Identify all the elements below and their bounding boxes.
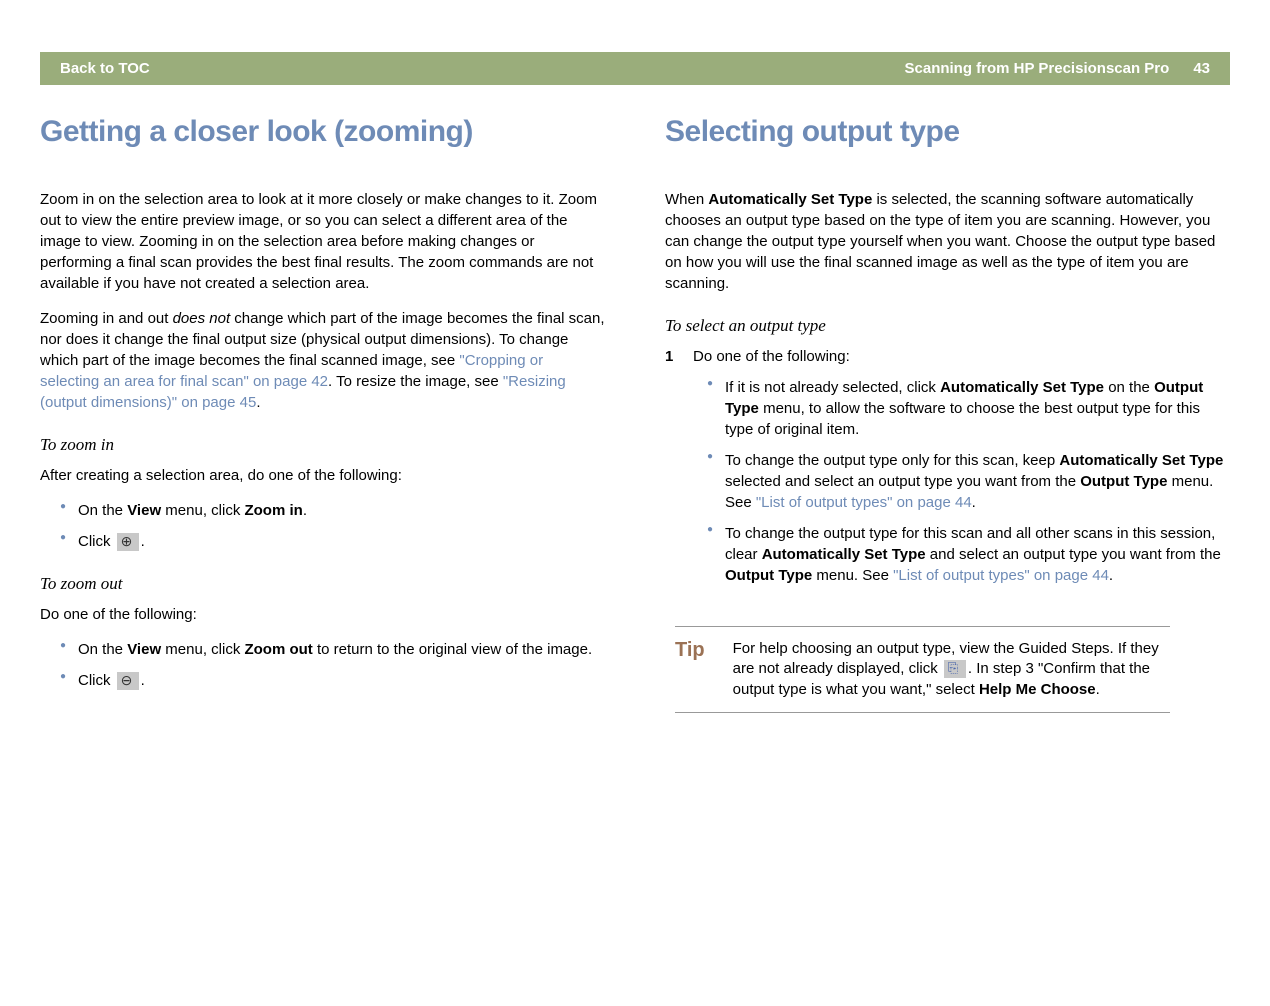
right-column: Selecting output type When Automatically… (665, 115, 1230, 713)
text: . (1096, 681, 1100, 698)
output-types-link[interactable]: "List of output types" on page 44 (893, 567, 1109, 584)
list-item: On the View menu, click Zoom in. (60, 500, 605, 521)
tip-row: Tip For help choosing an output type, vi… (675, 639, 1170, 700)
text: . (141, 672, 145, 689)
right-heading: Selecting output type (665, 115, 1230, 149)
step-item: 1 Do one of the following: If it is not … (665, 346, 1230, 586)
text-bold: Output Type (1080, 473, 1167, 490)
zoom-out-intro: Do one of the following: (40, 604, 605, 625)
text: If it is not already selected, click (725, 379, 940, 396)
text: . (256, 394, 260, 411)
text: . (303, 502, 307, 519)
tip-box: Tip For help choosing an output type, vi… (675, 626, 1170, 713)
text: To change the output type only for this … (725, 452, 1059, 469)
text: selected and select an output type you w… (725, 473, 1080, 490)
text: and select an output type you want from … (926, 546, 1221, 563)
list-item: If it is not already selected, click Aut… (707, 377, 1230, 440)
tip-label: Tip (675, 639, 705, 700)
zoom-out-list: On the View menu, click Zoom out to retu… (40, 639, 605, 691)
text: menu, click (161, 502, 244, 519)
tip-text: For help choosing an output type, view t… (733, 639, 1170, 700)
text: Click (78, 672, 115, 689)
text-bold: Help Me Choose (979, 681, 1096, 698)
text: . (972, 494, 976, 511)
list-item: To change the output type for this scan … (707, 523, 1230, 586)
step-number: 1 (665, 346, 673, 367)
text: Click (78, 533, 115, 550)
text: on the (1104, 379, 1154, 396)
text: . To resize the image, see (328, 373, 503, 390)
zoom-detail-paragraph: Zooming in and out does not change which… (40, 308, 605, 413)
zoom-in-list: On the View menu, click Zoom in. Click . (40, 500, 605, 552)
zoom-intro-paragraph: Zoom in on the selection area to look at… (40, 189, 605, 294)
list-item: Click . (60, 670, 605, 691)
text: to return to the original view of the im… (313, 641, 592, 658)
header-bar: Back to TOC Scanning from HP Precisionsc… (40, 52, 1230, 85)
text: menu. See (812, 567, 893, 584)
zoom-out-heading: To zoom out (40, 574, 605, 594)
output-type-paragraph: When Automatically Set Type is selected,… (665, 189, 1230, 294)
text: . (141, 533, 145, 550)
text: On the (78, 502, 127, 519)
section-title: Scanning from HP Precisionscan Pro (905, 60, 1170, 77)
list-item: Click . (60, 531, 605, 552)
select-output-heading: To select an output type (665, 316, 1230, 336)
text-bold: Zoom in (244, 502, 302, 519)
text: Zooming in and out (40, 310, 173, 327)
text-bold: View (127, 641, 161, 658)
zoom-in-heading: To zoom in (40, 435, 605, 455)
text-bold: Automatically Set Type (762, 546, 926, 563)
text: When (665, 191, 708, 208)
zoom-in-icon (117, 533, 139, 551)
text-bold: Zoom out (244, 641, 312, 658)
output-types-link[interactable]: "List of output types" on page 44 (756, 494, 972, 511)
back-to-toc-link[interactable]: Back to TOC (60, 60, 150, 77)
text-bold: Automatically Set Type (708, 191, 872, 208)
zoom-in-intro: After creating a selection area, do one … (40, 465, 605, 486)
text: On the (78, 641, 127, 658)
emphasis-doesnot: does not (173, 310, 231, 327)
content-area: Getting a closer look (zooming) Zoom in … (0, 85, 1270, 743)
header-right: Scanning from HP Precisionscan Pro 43 (905, 60, 1211, 77)
left-heading: Getting a closer look (zooming) (40, 115, 605, 149)
text-bold: Output Type (725, 567, 812, 584)
zoom-out-icon (117, 672, 139, 690)
text: Do one of the following: (693, 348, 850, 365)
left-column: Getting a closer look (zooming) Zoom in … (40, 115, 605, 713)
page-number: 43 (1193, 60, 1210, 77)
text-bold: Automatically Set Type (940, 379, 1104, 396)
list-item: To change the output type only for this … (707, 450, 1230, 513)
text-bold: View (127, 502, 161, 519)
guided-steps-icon (944, 660, 966, 678)
text: menu, to allow the software to choose th… (725, 400, 1200, 438)
text-bold: Automatically Set Type (1059, 452, 1223, 469)
text: . (1109, 567, 1113, 584)
list-item: On the View menu, click Zoom out to retu… (60, 639, 605, 660)
text: menu, click (161, 641, 244, 658)
sub-bullet-list: If it is not already selected, click Aut… (693, 377, 1230, 586)
select-output-steps: 1 Do one of the following: If it is not … (665, 346, 1230, 586)
